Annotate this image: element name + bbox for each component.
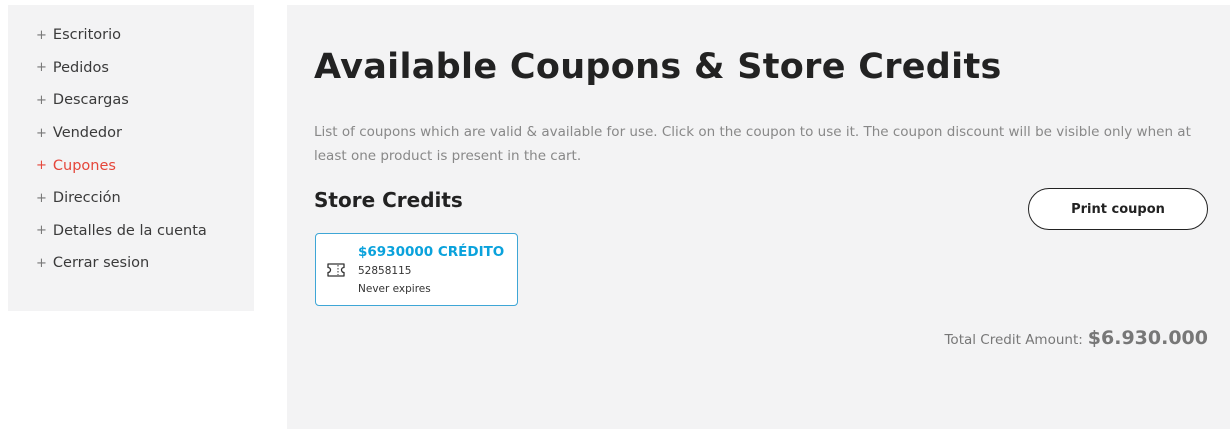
sidebar-item-label: Cerrar sesion [52, 255, 150, 272]
coupon-code: 52858115 [358, 265, 412, 277]
sidebar-item-label: Cupones [52, 157, 116, 174]
store-credits-title: Store Credits [314, 188, 463, 212]
sidebar-item-direccion[interactable]: + Dirección [8, 182, 254, 215]
sidebar-item-label: Vendedor [52, 125, 122, 142]
sidebar-item-label: Dirección [52, 190, 121, 207]
sidebar-item-cerrar-sesion[interactable]: + Cerrar sesion [8, 247, 254, 280]
ticket-icon [327, 263, 345, 277]
sidebar-item-descargas[interactable]: + Descargas [8, 84, 254, 117]
sidebar-item-label: Descargas [52, 92, 129, 109]
sidebar-item-label: Detalles de la cuenta [52, 222, 207, 239]
plus-icon: + [36, 158, 47, 174]
total-credit-value: $6.930.000 [1087, 327, 1208, 349]
coupon-card[interactable]: $6930000 CRÉDITO 52858115 Never expires [315, 233, 518, 306]
plus-icon: + [36, 60, 47, 76]
total-credit-label: Total Credit Amount: [944, 332, 1083, 348]
coupons-description: List of coupons which are valid & availa… [314, 124, 1191, 164]
sidebar-item-vendedor[interactable]: + Vendedor [8, 117, 254, 150]
sidebar-item-cupones[interactable]: + Cupones [8, 149, 254, 182]
plus-icon: + [36, 255, 47, 271]
print-coupon-button[interactable]: Print coupon [1028, 188, 1208, 230]
sidebar-item-label: Pedidos [52, 59, 109, 76]
sidebar-item-pedidos[interactable]: + Pedidos [8, 52, 254, 85]
sidebar-item-label: Escritorio [52, 27, 122, 44]
sidebar-item-detalles-cuenta[interactable]: + Detalles de la cuenta [8, 215, 254, 248]
coupon-expiry: Never expires [358, 283, 431, 295]
coupon-amount: $6930000 CRÉDITO [358, 244, 505, 260]
sidebar-item-escritorio[interactable]: + Escritorio [8, 19, 254, 52]
account-nav-list: + Escritorio + Pedidos + Descargas + Ven… [8, 19, 254, 280]
total-credit-row: Total Credit Amount: $6.930.000 [944, 327, 1208, 349]
plus-icon: + [36, 125, 47, 141]
plus-icon: + [36, 190, 47, 206]
page-title: Available Coupons & Store Credits [314, 47, 1002, 87]
plus-icon: + [36, 223, 47, 239]
coupons-panel: Available Coupons & Store Credits List o… [287, 5, 1230, 429]
account-sidebar: + Escritorio + Pedidos + Descargas + Ven… [8, 5, 254, 311]
plus-icon: + [36, 27, 47, 43]
plus-icon: + [36, 92, 47, 108]
